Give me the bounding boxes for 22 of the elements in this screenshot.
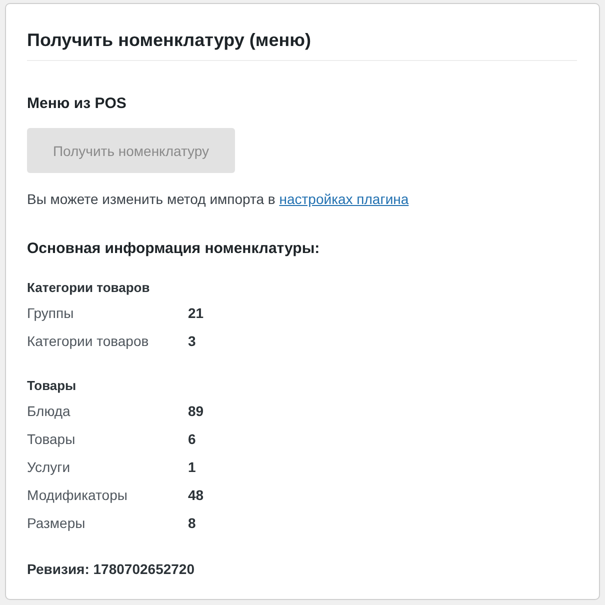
- stat-value: 6: [188, 430, 196, 449]
- stat-label: Услуги: [27, 458, 72, 477]
- plugin-settings-link[interactable]: настройках плагина: [279, 191, 409, 207]
- stat-value: 48: [188, 486, 204, 505]
- stat-value: 89: [188, 402, 204, 421]
- group-title: Товары: [27, 377, 78, 395]
- group-title: Категории товаров: [27, 279, 151, 297]
- stat-label: Товары: [27, 430, 76, 449]
- info-heading: Основная информация номенклатуры:: [27, 239, 321, 259]
- section-heading: Меню из POS: [27, 94, 128, 114]
- panel-title: Получить номенклатуру (меню): [27, 29, 312, 52]
- stat-label: Блюда: [27, 402, 72, 421]
- stat-label: Модификаторы: [27, 486, 128, 505]
- stat-value: 21: [188, 304, 204, 323]
- import-method-note: Вы можете изменить метод импорта в настройках плагина: [27, 190, 410, 209]
- revision-text: Ревизия: 1780702652720: [27, 560, 196, 579]
- stat-value: 1: [188, 458, 196, 477]
- stat-value: 3: [188, 332, 196, 351]
- stat-label: Размеры: [27, 514, 86, 533]
- stat-label: Категории товаров: [27, 332, 150, 351]
- stat-label: Группы: [27, 304, 75, 323]
- stat-value: 8: [188, 514, 196, 533]
